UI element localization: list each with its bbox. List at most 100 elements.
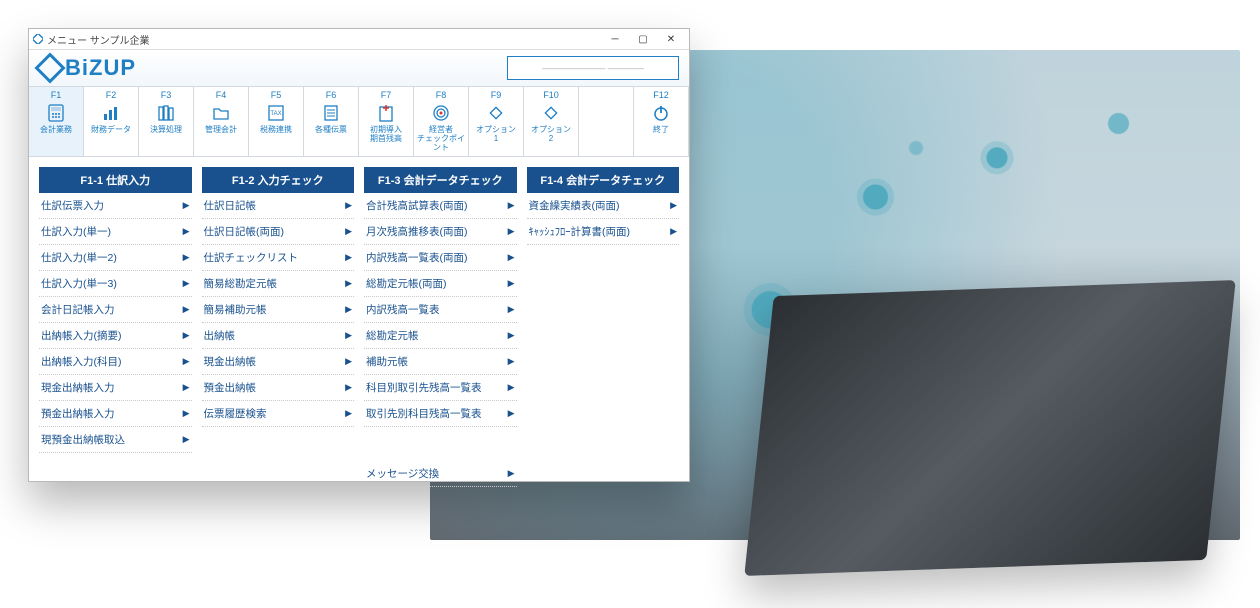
menu-item-label: 預金出納帳入力 [41,406,115,421]
column-header: F1-3 会計データチェック [364,167,517,193]
menu-item-label: 内訳残高一覧表 [366,302,440,317]
fkey-label: F3 [161,90,172,100]
fkey-f5[interactable]: F5TAX税務連携 [249,87,304,156]
menu-item[interactable]: 仕訳入力(単一)▶ [39,219,192,245]
menu-item[interactable]: 簡易補助元帳 ▶ [202,297,355,323]
menu-item[interactable]: 取引先別科目残高一覧表 ▶ [364,401,517,427]
brand-logo: BiZUP [39,55,136,81]
menu-item-label: 出納帳入力(科目) [41,354,122,369]
menu-item[interactable]: 会計日記帳入力▶ [39,297,192,323]
menu-item-label: 取引先別科目残高一覧表 [366,406,482,421]
fkey-f1[interactable]: F1会計業務 [29,87,84,156]
menu-item[interactable]: 仕訳日記帳 ▶ [202,193,355,219]
menu-item-label: 簡易補助元帳 [204,302,267,317]
menu-item[interactable]: 出納帳 ▶ [202,323,355,349]
plus-icon [376,102,396,124]
chevron-right-icon: ▶ [183,330,190,341]
menu-item[interactable]: 合計残高試算表(両面) ▶ [364,193,517,219]
chevron-right-icon: ▶ [508,330,515,341]
chevron-right-icon: ▶ [508,468,515,479]
menu-item[interactable]: 月次残高推移表(両面)▶ [364,219,517,245]
chevron-right-icon: ▶ [183,434,190,445]
chevron-right-icon: ▶ [183,252,190,263]
fkey-f9[interactable]: F9オプション1 [469,87,524,156]
menu-item-label: 合計残高試算表(両面) [366,198,468,213]
menu-item-label: 預金出納帳 [204,380,257,395]
chevron-right-icon: ▶ [345,330,352,341]
fkey-caption: 会計業務 [40,126,72,135]
chevron-right-icon: ▶ [345,408,352,419]
menu-item[interactable]: ｷｬｯｼｭﾌﾛｰ計算書(両面)▶ [527,219,680,245]
function-key-toolbar: F1会計業務 F2 財務データ F3決算処理F4管理会計F5TAX税務連携F6各種伝票… [29,86,689,157]
menu-item-label: 仕訳日記帳(両面) [204,224,285,239]
menu-item-label: メッセージ交換 [366,466,439,481]
menu-item-label: 補助元帳 [366,354,408,369]
minimize-button[interactable]: ─ [601,29,629,49]
menu-item-label: 出納帳 [204,328,236,343]
books-icon [156,102,176,124]
menu-item[interactable]: 資金繰実績表(両面)▶ [527,193,680,219]
menu-item[interactable]: 仕訳チェックリスト▶ [202,245,355,271]
bars-icon [101,102,121,124]
chevron-right-icon: ▶ [508,200,515,211]
menu-item[interactable]: 現金出納帳入力▶ [39,375,192,401]
menu-item[interactable]: 内訳残高一覧表▶ [364,297,517,323]
menu-item-label: 仕訳伝票入力 [41,198,104,213]
fkey-label: F7 [381,90,392,100]
menu-item[interactable]: 仕訳伝票入力 ▶ [39,193,192,219]
menu-item[interactable]: 簡易総勘定元帳▶ [202,271,355,297]
menu-column: F1-2 入力チェック仕訳日記帳▶仕訳日記帳(両面)▶仕訳チェックリスト▶簡易総… [202,167,355,487]
maximize-button[interactable]: ▢ [629,29,657,49]
menu-item-label: 科目別取引先残高一覧表 [366,380,482,395]
chevron-right-icon: ▶ [345,200,352,211]
menu-item[interactable]: 現預金出納帳取込▶ [39,427,192,453]
user-info-box[interactable]: ——————— ———— [507,56,679,80]
fkey-f2[interactable]: F2 財務データ [84,87,139,156]
menu-item[interactable]: 出納帳入力(摘要) ▶ [39,323,192,349]
menu-item[interactable]: メッセージ交換 ▶ [364,461,517,487]
chevron-right-icon: ▶ [345,304,352,315]
menu-item-label: 仕訳日記帳 [204,198,257,213]
menu-item[interactable]: 内訳残高一覧表(両面)▶ [364,245,517,271]
fkey-f12[interactable]: F12終了 [634,87,689,156]
menu-item[interactable]: 総勘定元帳(両面)▶ [364,271,517,297]
chevron-right-icon: ▶ [508,382,515,393]
menu-item[interactable]: 仕訳日記帳(両面)▶ [202,219,355,245]
menu-item[interactable]: 補助元帳▶ [364,349,517,375]
fkey-caption: 税務連携 [260,126,292,135]
fkey-caption: 財務データ [91,126,131,135]
fkey-f3[interactable]: F3決算処理 [139,87,194,156]
menu-item-label: 仕訳チェックリスト [204,250,299,265]
menu-item[interactable]: 仕訳入力(単一2)▶ [39,245,192,271]
chevron-right-icon: ▶ [345,356,352,367]
menu-item[interactable]: 出納帳入力(科目)▶ [39,349,192,375]
fkey-label: F9 [491,90,502,100]
menu-body: F1-1 仕訳入力仕訳伝票入力▶仕訳入力(単一)▶仕訳入力(単一2)▶仕訳入力(… [29,157,689,497]
chevron-right-icon: ▶ [183,200,190,211]
target-icon [431,102,451,124]
close-button[interactable]: ✕ [657,29,685,49]
fkey-f7[interactable]: F7初期導入期首残高 [359,87,414,156]
fkey-f10[interactable]: F10オプション2 [524,87,579,156]
menu-item[interactable]: 総勘定元帳▶ [364,323,517,349]
menu-item-label: 会計日記帳入力 [41,302,115,317]
menu-item[interactable]: 仕訳入力(単一3)▶ [39,271,192,297]
fkey-f6[interactable]: F6各種伝票 [304,87,359,156]
menu-item[interactable]: 伝票履歴検索▶ [202,401,355,427]
fkey-label: F10 [543,90,559,100]
chevron-right-icon: ▶ [670,200,677,211]
menu-item[interactable]: 現金出納帳▶ [202,349,355,375]
diamond-icon [486,102,506,124]
fkey-label: F2 [106,90,117,100]
chevron-right-icon: ▶ [183,382,190,393]
menu-item[interactable]: 預金出納帳▶ [202,375,355,401]
menu-column: F1-3 会計データチェック合計残高試算表(両面)▶月次残高推移表(両面)▶内訳… [364,167,517,487]
menu-item[interactable]: 預金出納帳入力 ▶ [39,401,192,427]
menu-item-label: 出納帳入力(摘要) [41,328,122,343]
fkey-f8[interactable]: F8経営者チェックポイント [414,87,469,156]
folder-icon [211,102,231,124]
chevron-right-icon: ▶ [183,408,190,419]
fkey-f4[interactable]: F4管理会計 [194,87,249,156]
chevron-right-icon: ▶ [508,408,515,419]
menu-item[interactable]: 科目別取引先残高一覧表 ▶ [364,375,517,401]
